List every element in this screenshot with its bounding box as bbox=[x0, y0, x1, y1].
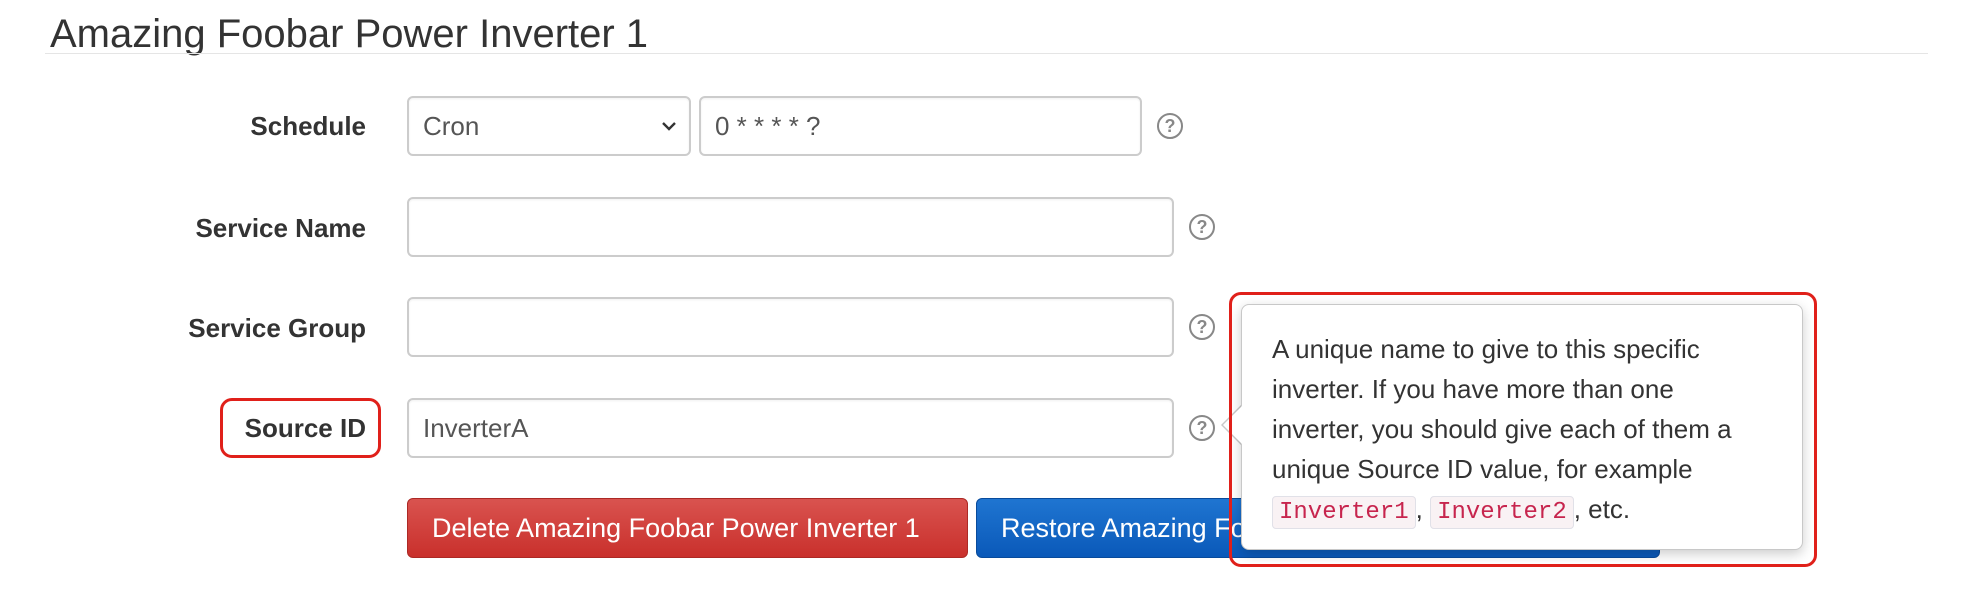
source-id-help-icon[interactable]: ? bbox=[1189, 415, 1215, 441]
service-group-label: Service Group bbox=[188, 313, 366, 343]
schedule-label: Schedule bbox=[250, 111, 366, 141]
service-name-label: Service Name bbox=[195, 213, 366, 243]
service-name-label-wrap: Service Name bbox=[120, 208, 366, 248]
schedule-type-value: Cron bbox=[423, 111, 480, 141]
delete-button[interactable]: Delete Amazing Foobar Power Inverter 1 bbox=[407, 498, 968, 558]
popover-highlight bbox=[1229, 292, 1817, 567]
schedule-expression-value: 0 * * * * ? bbox=[715, 111, 821, 141]
source-id-label-highlight bbox=[220, 398, 381, 458]
schedule-expression-input[interactable]: 0 * * * * ? bbox=[699, 96, 1142, 156]
service-name-input[interactable] bbox=[407, 197, 1174, 257]
service-group-label-wrap: Service Group bbox=[120, 308, 366, 348]
service-name-help-icon[interactable]: ? bbox=[1189, 214, 1215, 240]
source-id-value: InverterA bbox=[423, 413, 529, 443]
title-divider bbox=[45, 53, 1928, 54]
schedule-help-icon[interactable]: ? bbox=[1157, 113, 1183, 139]
service-group-help-icon[interactable]: ? bbox=[1189, 314, 1215, 340]
schedule-label-wrap: Schedule bbox=[120, 106, 366, 146]
service-group-input[interactable] bbox=[407, 297, 1174, 357]
source-id-input[interactable]: InverterA bbox=[407, 398, 1174, 458]
chevron-down-icon bbox=[662, 122, 676, 131]
schedule-type-select[interactable]: Cron bbox=[407, 96, 691, 156]
